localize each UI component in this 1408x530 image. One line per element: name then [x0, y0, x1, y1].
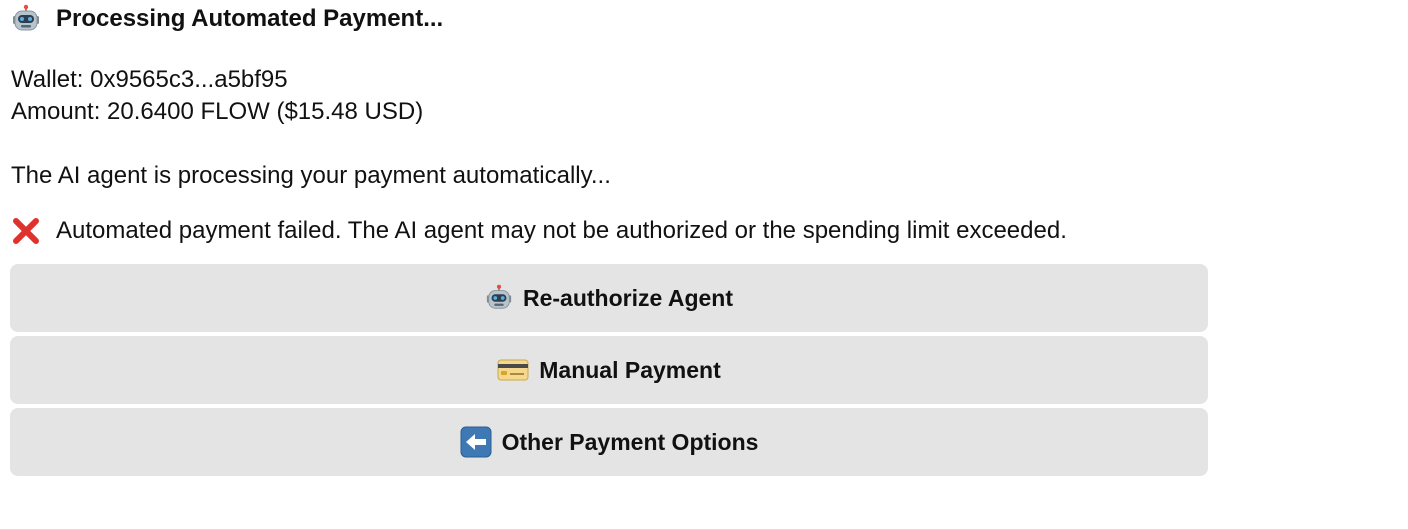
other-payment-options-button[interactable]: Other Payment Options: [10, 408, 1208, 476]
credit-card-icon: [497, 356, 529, 384]
action-buttons: Re-authorize Agent Manual Payment Other …: [10, 264, 1208, 480]
manual-payment-label: Manual Payment: [539, 356, 721, 383]
processing-status: The AI agent is processing your payment …: [11, 162, 611, 189]
robot-icon: [485, 284, 513, 312]
payment-amount: Amount: 20.6400 FLOW ($15.48 USD): [11, 98, 424, 125]
error-message: Automated payment failed. The AI agent m…: [11, 211, 1311, 251]
reauthorize-agent-label: Re-authorize Agent: [523, 284, 733, 311]
left-arrow-icon: [460, 426, 492, 458]
reauthorize-agent-button[interactable]: Re-authorize Agent: [10, 264, 1208, 332]
payment-chat-page: Processing Automated Payment... Wallet: …: [0, 0, 1408, 530]
robot-icon: [11, 4, 41, 34]
error-text: Automated payment failed. The AI agent m…: [56, 217, 1067, 244]
cross-mark-icon: [11, 216, 41, 246]
message-title-text: Processing Automated Payment...: [56, 5, 444, 32]
message-title: Processing Automated Payment...: [11, 0, 1311, 38]
wallet-address: Wallet: 0x9565c3...a5bf95: [11, 66, 288, 93]
bot-message: Processing Automated Payment... Wallet: …: [11, 0, 1311, 251]
manual-payment-button[interactable]: Manual Payment: [10, 336, 1208, 404]
other-payment-options-label: Other Payment Options: [501, 428, 759, 455]
